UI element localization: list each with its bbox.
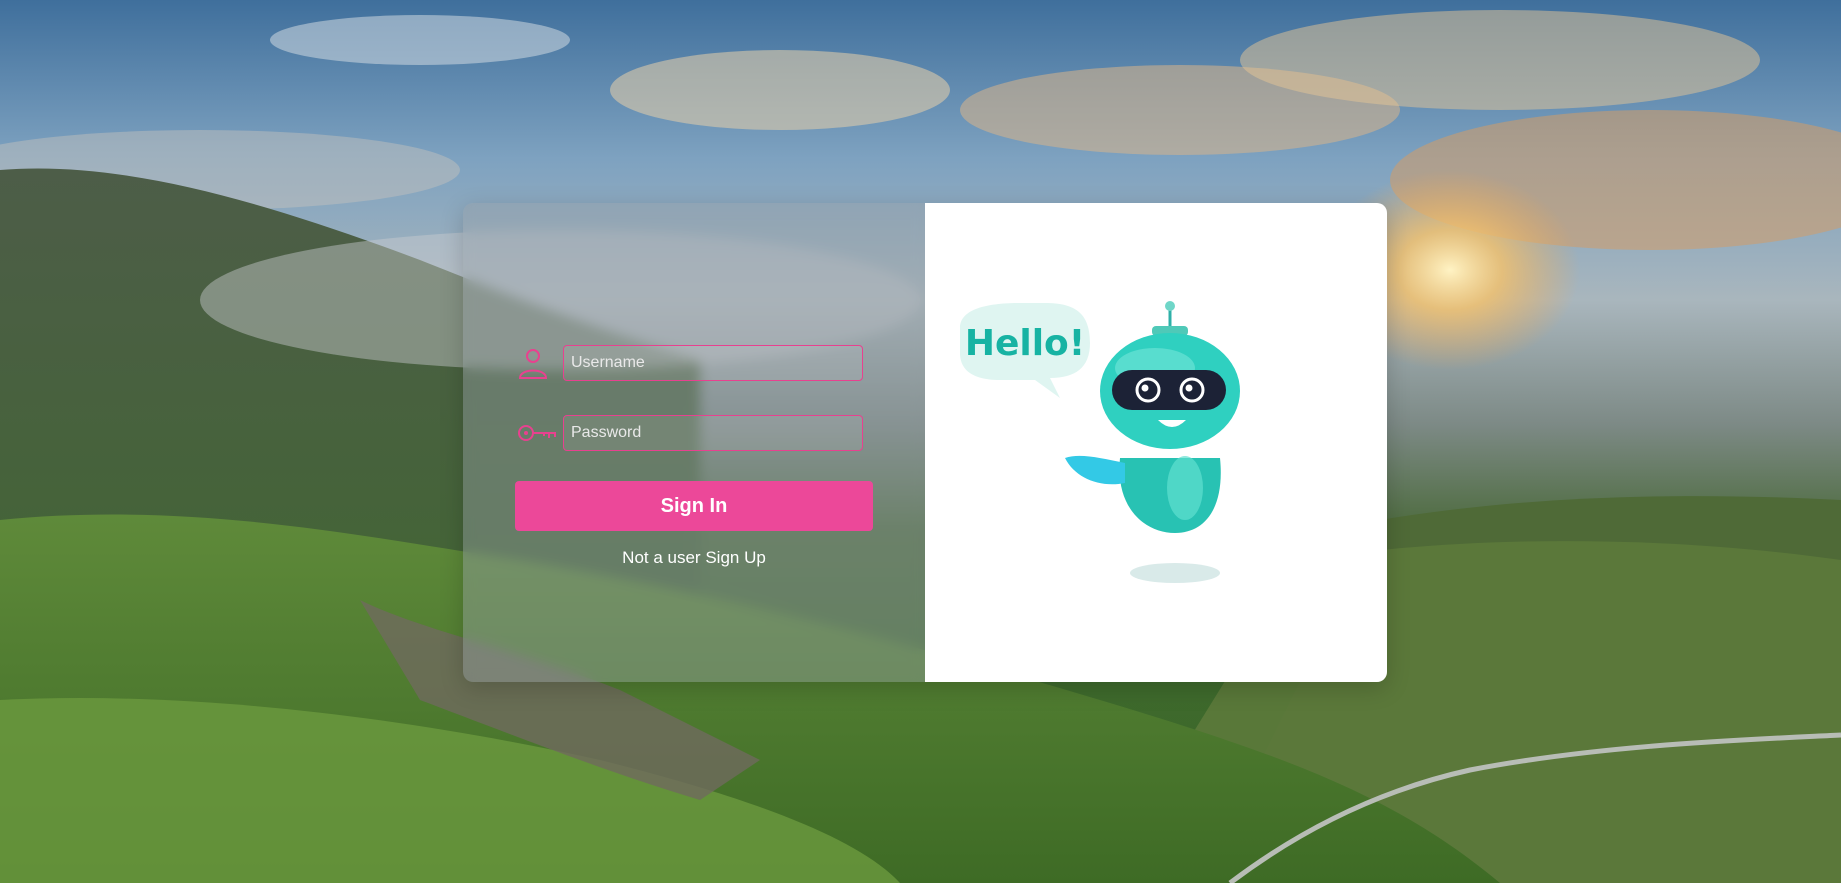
key-icon xyxy=(517,413,563,453)
person-icon xyxy=(517,343,563,383)
robot-illustration: Hello! xyxy=(960,301,1240,583)
speech-bubble-text: Hello! xyxy=(965,323,1085,364)
robot-visor xyxy=(1112,370,1226,410)
signup-prompt-line: Not a user Sign Up xyxy=(515,548,873,568)
login-card: Sign In Not a user Sign Up Hello! xyxy=(463,203,1387,682)
sign-in-button[interactable]: Sign In xyxy=(515,481,873,531)
password-input[interactable] xyxy=(563,415,863,451)
password-row xyxy=(517,413,897,453)
robot-arm xyxy=(1065,455,1125,485)
login-form-panel: Sign In Not a user Sign Up xyxy=(463,203,925,682)
username-row xyxy=(517,343,897,383)
username-input[interactable] xyxy=(563,345,863,381)
signup-link[interactable]: Sign Up xyxy=(705,548,765,567)
signup-prompt-text: Not a user xyxy=(622,548,701,567)
illustration-panel: Hello! xyxy=(925,203,1387,682)
